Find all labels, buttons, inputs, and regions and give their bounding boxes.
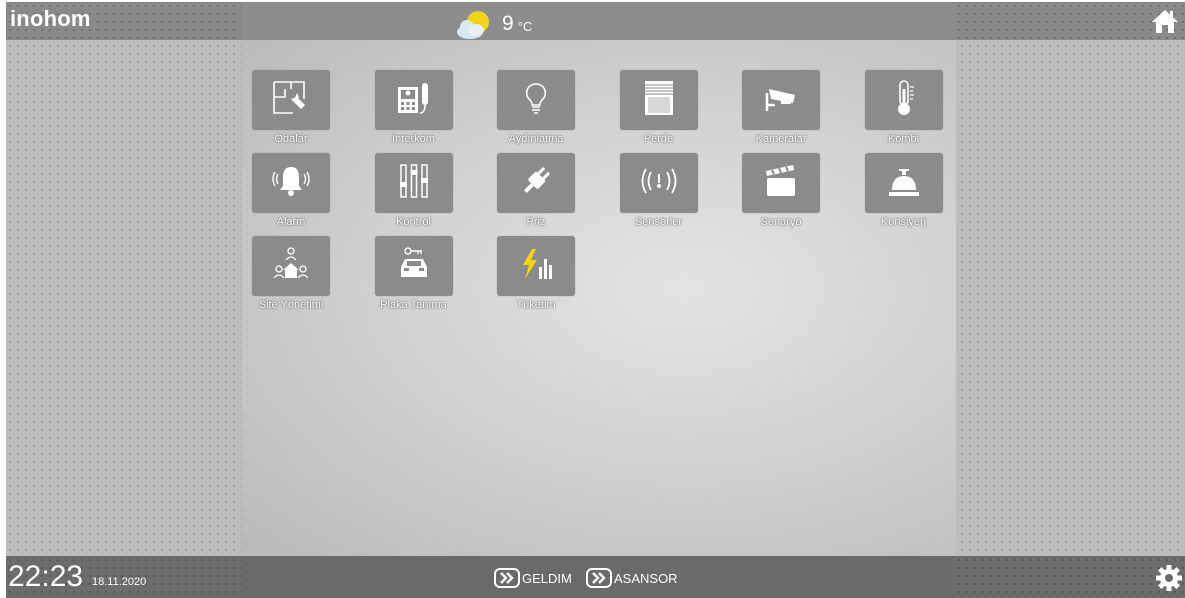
community-icon [271, 245, 311, 288]
thermometer-icon [884, 79, 924, 122]
top-bar: inohom 9 °C [6, 2, 1185, 40]
camera-icon [761, 79, 801, 122]
menu-tile-label: Odalar [274, 133, 308, 145]
menu-tile-label: Perde [643, 133, 674, 145]
menu-tile-9[interactable] [619, 153, 698, 213]
bottom-bar: 22:23 18.11.2020 GELDIM ASANSOR [6, 556, 1185, 598]
gear-icon[interactable] [1155, 564, 1183, 592]
asansor-label: ASANSOR [614, 570, 678, 586]
temperature-unit: °C [517, 18, 533, 34]
energy-usage-icon [516, 245, 556, 288]
menu-tile-label: Kombi [887, 133, 920, 145]
weather-widget: 9 °C [454, 8, 532, 40]
curtain-icon [639, 79, 679, 122]
double-chevron-icon [586, 568, 612, 588]
brand-logo: inohom [10, 6, 91, 31]
menu-tile-label: Senaryo [760, 216, 802, 228]
menu-tile-3[interactable] [619, 70, 698, 130]
menu-tile-2[interactable] [497, 70, 575, 130]
floorplan-icon [271, 79, 311, 122]
menu-tile-5[interactable] [864, 70, 943, 130]
bottom-bar-right [955, 556, 1185, 598]
asansor-button[interactable]: ASANSOR [586, 568, 678, 588]
menu-tile-0[interactable] [252, 70, 330, 130]
menu-tile-label: Alarm [276, 216, 306, 228]
temperature-value: 9 [502, 12, 514, 35]
menu-tile-6[interactable] [252, 153, 330, 213]
menu-tile-13[interactable] [374, 236, 453, 296]
clock-time: 22:23 [8, 560, 84, 593]
sensor-icon [639, 162, 679, 205]
app-frame: inohom 9 °C Odalar İnterkom Aydınlatma Perd… [6, 2, 1185, 598]
plug-icon [516, 162, 556, 205]
lightbulb-icon [516, 79, 556, 122]
menu-tile-4[interactable] [742, 70, 820, 130]
menu-tile-label: Plaka Tanıma [380, 299, 447, 311]
geldim-button[interactable]: GELDIM [494, 568, 572, 588]
alarm-bell-icon [271, 162, 311, 205]
menu-tile-1[interactable] [374, 70, 453, 130]
menu-tile-label: Tüketim [516, 299, 556, 311]
menu-tile-14[interactable] [497, 236, 575, 296]
menu-tile-label: Site Yönetimi [258, 299, 324, 311]
menu-tile-11[interactable] [864, 153, 943, 213]
menu-tile-label: Konsiyerj [880, 216, 927, 228]
menu-tile-label: Kameralar [755, 133, 807, 145]
menu-tile-12[interactable] [252, 236, 330, 296]
menu-tile-10[interactable] [742, 153, 820, 213]
clapperboard-icon [761, 162, 801, 205]
double-chevron-icon [494, 568, 520, 588]
partly-cloudy-icon [454, 8, 494, 40]
clock-date: 18.11.2020 [92, 576, 147, 588]
top-bar-mid [242, 2, 955, 40]
geldim-label: GELDIM [522, 570, 572, 586]
menu-tile-7[interactable] [374, 153, 453, 213]
menu-tile-8[interactable] [497, 153, 575, 213]
car-key-icon [394, 245, 434, 288]
home-icon[interactable] [1151, 8, 1179, 34]
menu-tile-label: Sensörler [634, 216, 683, 228]
menu-tile-label: Kontrol [396, 216, 431, 228]
menu-tile-label: Priz [526, 216, 546, 228]
intercom-icon [394, 79, 434, 122]
menu-tile-label: İnterkom [392, 133, 435, 145]
service-bell-icon [884, 162, 924, 205]
sliders-icon [394, 162, 434, 205]
menu-tile-label: Aydınlatma [508, 133, 564, 145]
